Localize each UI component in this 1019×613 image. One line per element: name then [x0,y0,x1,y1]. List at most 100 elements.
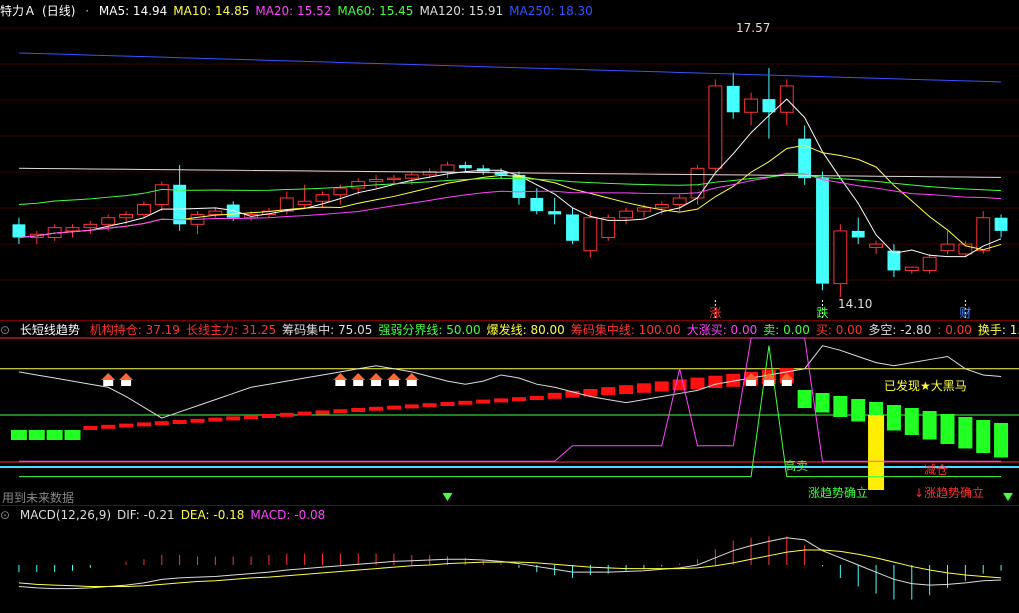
trend-bar-green [886,405,901,431]
trend-bar-red [101,424,116,429]
trend-bar-red [172,420,187,424]
candle-body-up [208,210,223,215]
trend-bar-red [547,392,562,399]
trend-bar-red [458,400,473,405]
candle-body-up [922,256,937,271]
stock-chart-window: 特力Ａ (日线) · MA5: 14.94 MA10: 14.85 MA20: 15.… [0,0,1019,613]
candle-body-down [226,204,240,218]
low-price-label: 14.10 [838,297,873,311]
candle-body-up [637,207,651,212]
found-dark-horse-label: 已发现★大黑马 [884,379,967,393]
candle-body-down [12,224,26,238]
event-marker-2: 财 [959,306,971,320]
future-data-note: 用到未来数据 [2,491,75,505]
trend-bar-green [958,417,973,449]
trend-bar-red [119,423,134,428]
candle-body-down [566,214,579,241]
trend-bar-red [315,410,330,415]
macd-dif-line [18,537,1002,590]
house-icon [369,373,384,380]
trend-bar-red [333,409,348,414]
down-arrow-icon [442,493,453,501]
candle-body-down [851,230,865,238]
trend-bar-red [636,383,651,393]
house-icon [781,380,792,386]
trend-bar-red [529,396,544,400]
candle-body-up [940,243,955,252]
trend-bar-green [904,408,919,435]
trend-bar-green [28,430,45,440]
house-icon [335,380,346,386]
trend-bar-red [386,405,401,410]
trend-bar-red [297,411,312,416]
high-price-label: 17.57 [736,21,771,35]
house-icon [119,373,134,380]
trend-bar-red [351,408,366,412]
candle-body-down [458,165,472,169]
candle-body-up [369,179,383,182]
candle-body-up [869,243,884,248]
candle-body-up [744,98,759,113]
ma20-line [18,172,1002,238]
trend-bar-red [244,415,259,420]
candle-body-up [101,217,116,225]
trend-bar-red [83,426,98,430]
trend-bar-green [994,423,1009,458]
trend-bar-red [494,398,509,403]
trend-bar-green [833,396,848,417]
candle-body-up [654,204,669,209]
trend-bar-green [940,414,955,444]
trend-bar-red [440,402,455,406]
candle-body-up [154,184,169,206]
candle-body-up [315,194,330,202]
trend-bar-green [851,399,866,422]
trend-bar-red [190,418,205,423]
trend-up-label: 涨趋势确立 [808,486,869,500]
house-icon [746,380,757,386]
trend-bar-green [976,420,991,453]
candle-body-up [619,210,634,219]
candle-body-up [904,266,919,271]
house-icon [103,380,114,386]
candle-body-up [83,223,98,229]
house-icon [353,380,364,386]
candle-body-up [672,197,687,206]
house-icon [371,380,382,386]
candle-body-down [530,197,544,212]
candle-body-up [297,200,312,206]
trend-bar-green [10,430,27,440]
trend-bar-red [154,421,169,426]
candle-body-up [119,213,134,219]
candle-body-up [333,187,348,196]
candle-body-up [583,217,598,252]
candle-body-up [404,174,419,179]
candle-body-up [440,164,455,173]
candle-body-up [387,177,401,181]
house-icon [406,380,417,386]
down-arrow-icon [1003,493,1013,501]
trend-bar-red [404,404,419,409]
trend-bar-red [422,403,437,408]
house-icon [121,380,132,386]
candle-body-down [548,211,562,215]
event-marker-1: 跌 [816,305,828,320]
event-marker-0: 涨 [709,305,721,320]
candle-body-up [137,204,151,215]
trend-bar-red [261,414,276,418]
candle-body-up [351,180,366,189]
house-icon [386,373,401,380]
candle-body-down [726,85,740,113]
trend-down-label: ↓涨趋势确立 [914,486,985,500]
trend-bar-green [815,393,830,413]
trend-bar-red [369,406,384,411]
breakout-highlight-bar [868,415,885,490]
house-icon [101,373,116,380]
house-icon [388,380,399,386]
trend-bar-red [601,387,616,396]
trend-bar-red [476,399,491,404]
candle-body-down [798,138,812,179]
candle-body-down [994,217,1008,231]
macd-dea-line [18,549,1002,587]
trend-bar-green [64,430,81,440]
house-icon [351,373,366,380]
